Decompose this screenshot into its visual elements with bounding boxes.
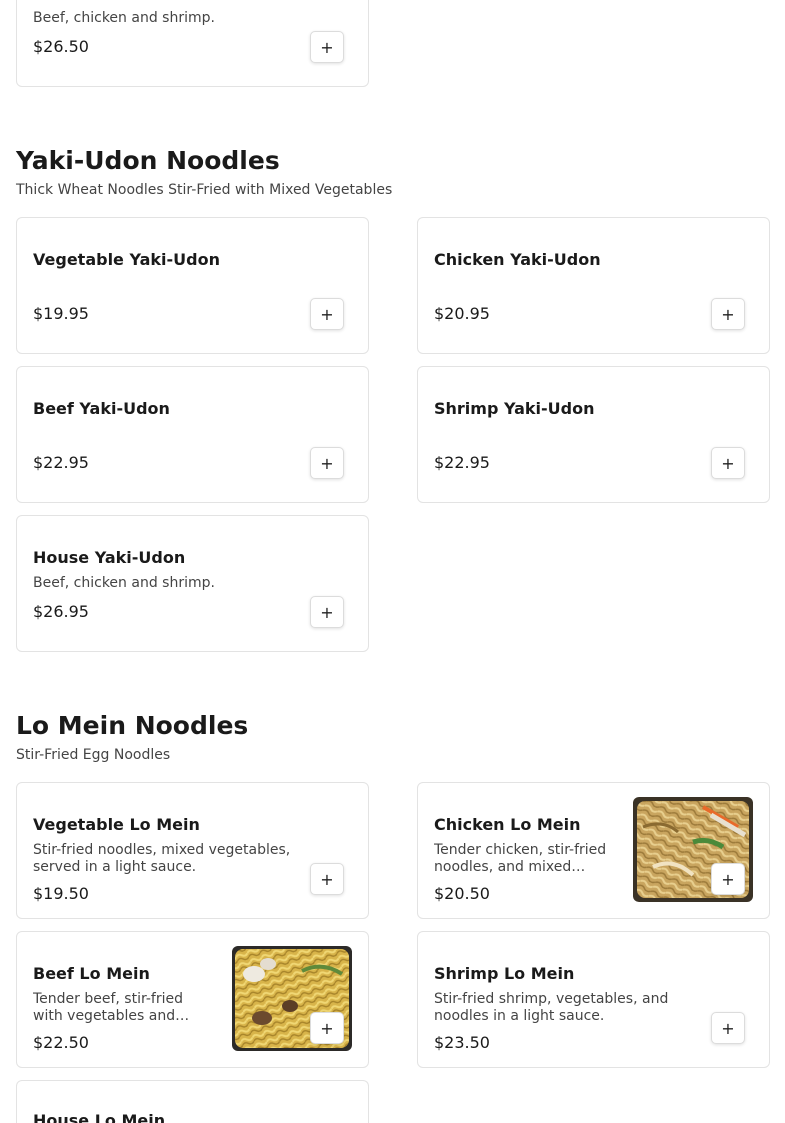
menu-item-price: $19.50 — [33, 884, 89, 903]
section-subtitle: Stir-Fried Egg Noodles — [16, 747, 171, 763]
plus-icon: + — [320, 869, 334, 889]
menu-item-name: Shrimp Yaki-Udon — [434, 399, 595, 418]
menu-item-name: Beef Lo Mein — [33, 964, 150, 983]
plus-icon: + — [721, 304, 735, 324]
plus-icon: + — [320, 37, 334, 57]
plus-icon: + — [320, 304, 334, 324]
menu-item-price: $22.95 — [434, 453, 490, 472]
menu-item-price: $22.95 — [33, 453, 89, 472]
menu-item-card[interactable]: Chicken Yaki-Udon $20.95 + — [417, 217, 770, 354]
add-to-cart-button[interactable]: + — [711, 298, 745, 330]
add-to-cart-button[interactable]: + — [310, 596, 344, 628]
menu-item-price: $20.50 — [434, 884, 490, 903]
add-to-cart-button[interactable]: + — [310, 1012, 344, 1044]
menu-item-name: Shrimp Lo Mein — [434, 964, 575, 983]
menu-item-card[interactable]: House Lo Mein — [16, 1080, 369, 1123]
plus-icon: + — [721, 1018, 735, 1038]
add-to-cart-button[interactable]: + — [310, 863, 344, 895]
menu-item-description: Stir-fried shrimp, vegetables, and noodl… — [434, 991, 669, 1024]
menu-item-name: Vegetable Yaki-Udon — [33, 250, 220, 269]
menu-item-card[interactable]: Vegetable Lo Mein Stir-fried noodles, mi… — [16, 782, 369, 919]
menu-item-card[interactable]: Shrimp Lo Mein Stir-fried shrimp, vegeta… — [417, 931, 770, 1068]
menu-item-card[interactable]: Beef Lo Mein Tender beef, stir-fried wit… — [16, 931, 369, 1068]
plus-icon: + — [721, 453, 735, 473]
section-title: Yaki-Udon Noodles — [16, 146, 280, 175]
add-to-cart-button[interactable]: + — [310, 31, 344, 63]
menu-item-name: Chicken Lo Mein — [434, 815, 581, 834]
menu-item-price: $23.50 — [434, 1033, 490, 1052]
menu-item-name: House Yaki-Udon — [33, 548, 186, 567]
menu-item-price: $22.50 — [33, 1033, 89, 1052]
menu-item-card[interactable]: Shrimp Yaki-Udon $22.95 + — [417, 366, 770, 503]
menu-item-description: Stir-fried noodles, mixed vegetables, se… — [33, 842, 291, 875]
section-subtitle: Thick Wheat Noodles Stir-Fried with Mixe… — [16, 182, 393, 198]
menu-item-price: $26.95 — [33, 602, 89, 621]
section-title: Lo Mein Noodles — [16, 711, 249, 740]
menu-item-price: $26.50 — [33, 37, 89, 56]
menu-item-name: Beef Yaki-Udon — [33, 399, 170, 418]
menu-item-price: $19.95 — [33, 304, 89, 323]
menu-item-card[interactable]: House Yaki-Udon Beef, chicken and shrimp… — [16, 515, 369, 652]
plus-icon: + — [320, 1018, 334, 1038]
menu-item-card[interactable]: Beef Yaki-Udon $22.95 + — [16, 366, 369, 503]
menu-item-description: Tender chicken, stir-fried noodles, and … — [434, 842, 607, 875]
menu-item-card[interactable]: Beef, chicken and shrimp. $26.50 + — [16, 0, 369, 87]
plus-icon: + — [721, 869, 735, 889]
menu-item-description: Tender beef, stir-fried with vegetables … — [33, 991, 190, 1024]
plus-icon: + — [320, 602, 334, 622]
add-to-cart-button[interactable]: + — [711, 1012, 745, 1044]
menu-item-price: $20.95 — [434, 304, 490, 323]
menu-item-name: Vegetable Lo Mein — [33, 815, 200, 834]
menu-item-description: Beef, chicken and shrimp. — [33, 10, 215, 26]
add-to-cart-button[interactable]: + — [711, 863, 745, 895]
menu-item-card[interactable]: Vegetable Yaki-Udon $19.95 + — [16, 217, 369, 354]
menu-item-card[interactable]: Chicken Lo Mein Tender chicken, stir-fri… — [417, 782, 770, 919]
menu-item-name: Chicken Yaki-Udon — [434, 250, 601, 269]
add-to-cart-button[interactable]: + — [711, 447, 745, 479]
menu-item-description: Beef, chicken and shrimp. — [33, 575, 215, 591]
add-to-cart-button[interactable]: + — [310, 298, 344, 330]
plus-icon: + — [320, 453, 334, 473]
add-to-cart-button[interactable]: + — [310, 447, 344, 479]
menu-item-name: House Lo Mein — [33, 1111, 166, 1123]
